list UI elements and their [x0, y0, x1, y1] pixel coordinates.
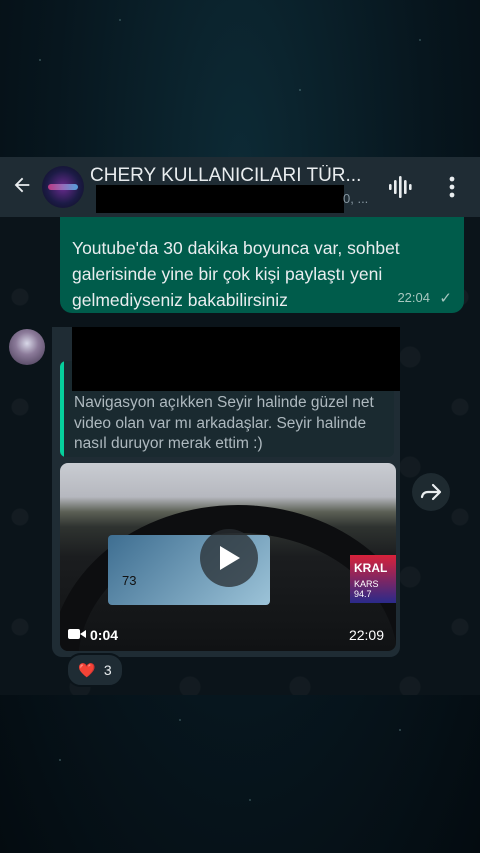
- header-info[interactable]: CHERY KULLANICILARI TÜR... 0, ...: [90, 165, 380, 213]
- video-duration-text: 0:04: [90, 627, 119, 643]
- chat-header: CHERY KULLANICILARI TÜR... 0, ...: [0, 157, 480, 217]
- video-dash-speed: 73: [122, 573, 137, 588]
- quoted-message-text: Navigasyon açıkken Seyir halinde güzel n…: [74, 394, 374, 452]
- group-avatar[interactable]: [42, 166, 84, 208]
- group-title: CHERY KULLANICILARI TÜR...: [90, 165, 362, 186]
- back-arrow-icon[interactable]: [2, 172, 42, 203]
- video-radio-brand: KRAL: [354, 561, 388, 575]
- subtitle-suffix: 0, ...: [343, 191, 369, 206]
- redacted-sender-name: [72, 327, 400, 391]
- reaction-count: 3: [103, 662, 112, 678]
- video-camera-icon: [68, 627, 86, 643]
- group-subtitle: 0, ...: [90, 185, 380, 213]
- quote-accent-bar: [60, 361, 64, 457]
- reaction-badge[interactable]: ❤️ 3: [66, 653, 124, 687]
- more-options-icon[interactable]: [444, 173, 460, 201]
- heart-reaction-icon: ❤️: [78, 661, 96, 678]
- play-icon[interactable]: [200, 529, 258, 587]
- chat-window: CHERY KULLANICILARI TÜR... 0, ... Youtub…: [0, 157, 480, 695]
- sender-avatar[interactable]: [9, 329, 45, 365]
- video-radio-display: KRAL KARS 94.7: [350, 555, 396, 603]
- redacted-members: [96, 185, 344, 213]
- video-message-time: 22:09: [348, 627, 384, 643]
- video-message[interactable]: 73 KRAL KARS 94.7 0:04 22:09: [60, 463, 396, 651]
- voice-chat-icon[interactable]: [386, 173, 414, 201]
- video-duration: 0:04: [68, 627, 118, 643]
- forward-icon[interactable]: [412, 473, 450, 511]
- outgoing-message[interactable]: Youtube'da 30 dakika boyunca var, sohbet…: [60, 217, 464, 313]
- incoming-message[interactable]: Navigasyon açıkken Seyir halinde güzel n…: [52, 327, 400, 657]
- outgoing-message-time: 22:04: [397, 290, 430, 305]
- video-radio-station: KARS 94.7: [354, 579, 379, 599]
- delivered-check-icon: ✓: [439, 290, 452, 307]
